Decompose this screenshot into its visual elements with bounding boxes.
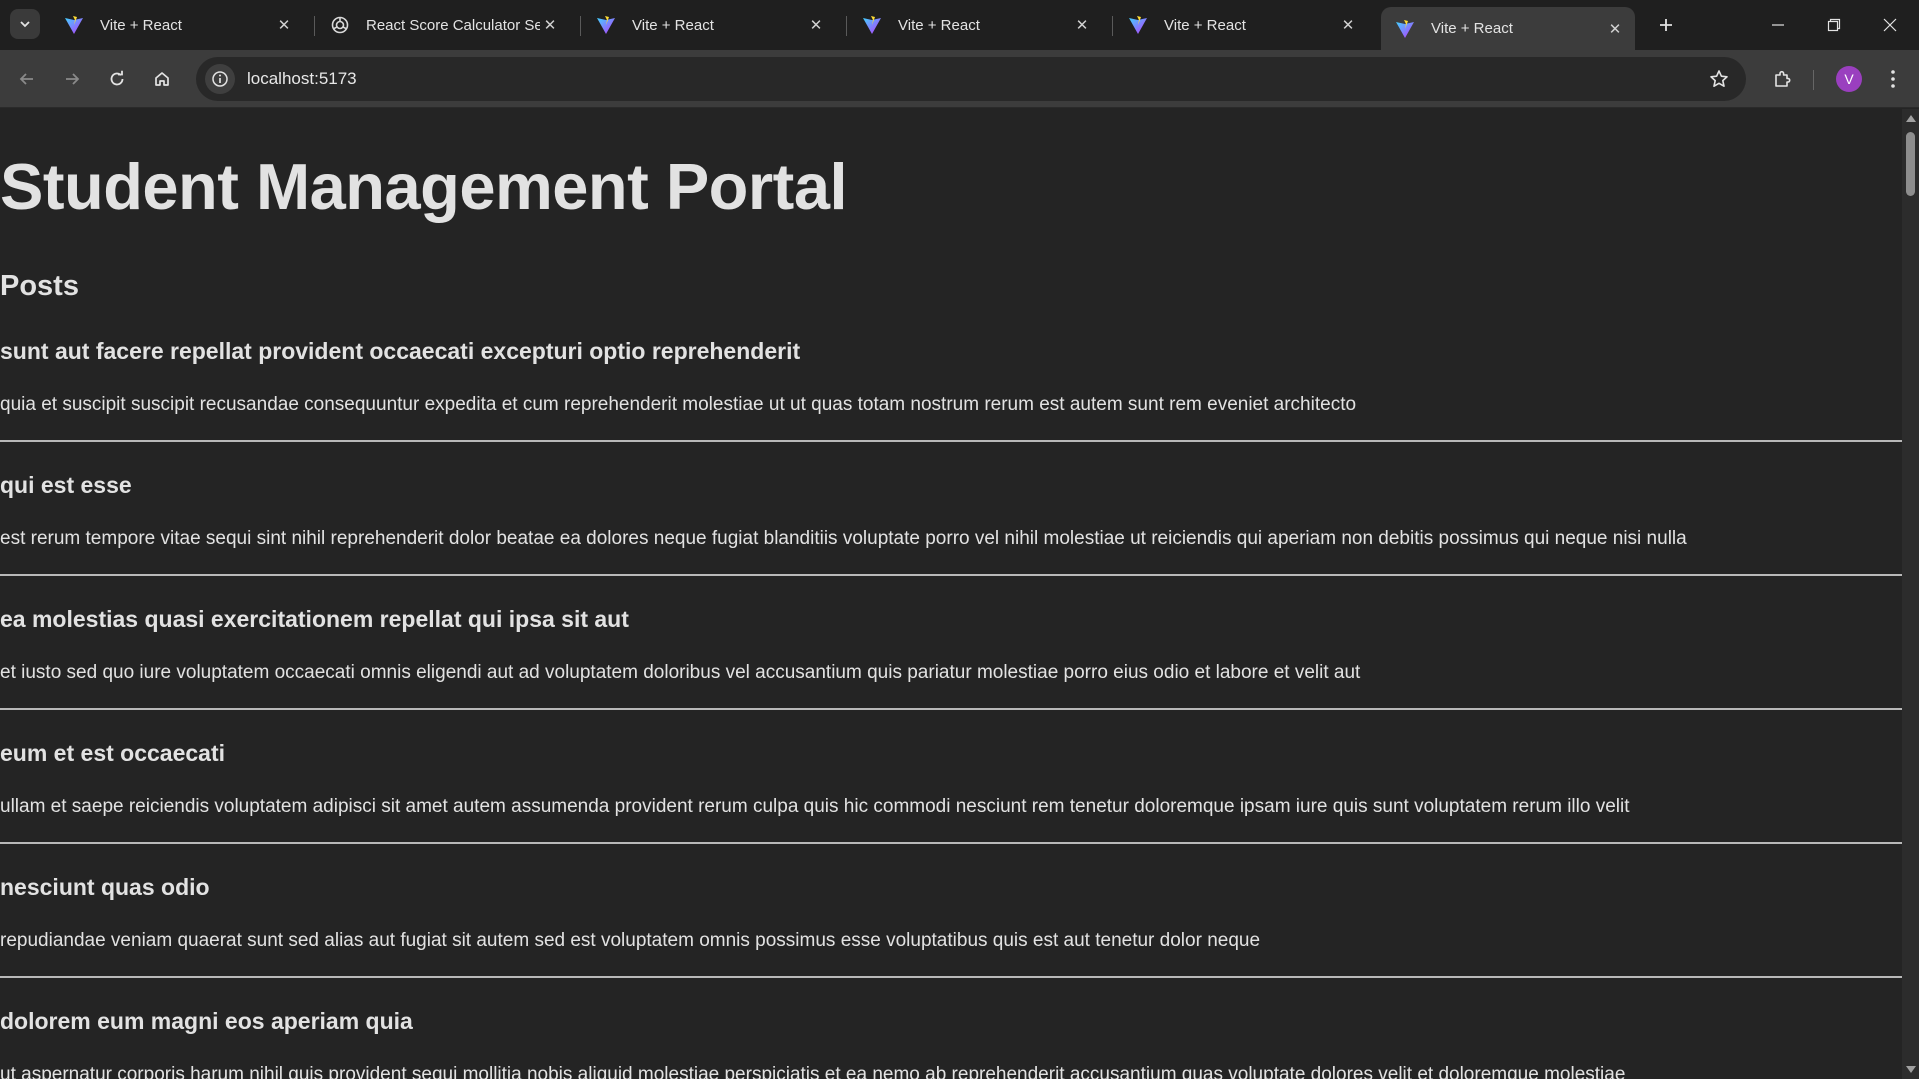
- tab-title: Vite + React: [1164, 16, 1246, 34]
- page-scrollbar[interactable]: [1902, 109, 1919, 1079]
- minimize-icon: [1772, 24, 1784, 26]
- tab-title: React Score Calculator Setup: [366, 16, 540, 34]
- tab-title: Vite + React: [1431, 20, 1513, 37]
- close-icon[interactable]: ✕: [1072, 15, 1092, 35]
- post-divider: [0, 440, 1902, 442]
- more-vertical-icon: [1891, 70, 1895, 88]
- reload-icon: [110, 70, 124, 86]
- forward-button[interactable]: [55, 62, 89, 96]
- close-icon[interactable]: ✕: [274, 15, 294, 35]
- post-divider: [0, 842, 1902, 844]
- scroll-up-arrow[interactable]: [1906, 115, 1916, 122]
- browser-tab[interactable]: Vite + React ✕: [1114, 8, 1368, 42]
- address-bar[interactable]: localhost:5173: [196, 57, 1746, 101]
- post-body: quia et suscipit suscipit recusandae con…: [0, 394, 1357, 415]
- vite-icon: [1128, 15, 1148, 35]
- post-title: sunt aut facere repellat provident occae…: [0, 338, 801, 364]
- post-title: dolorem eum magni eos aperiam quia: [0, 1008, 413, 1034]
- page-viewport: Student Management Portal Posts sunt aut…: [0, 109, 1902, 1079]
- tab-divider: [846, 16, 847, 36]
- post-divider: [0, 574, 1902, 576]
- post-divider: [0, 708, 1902, 710]
- close-icon[interactable]: ✕: [806, 15, 826, 35]
- post-title: ea molestias quasi exercitationem repell…: [0, 606, 629, 632]
- post-title: qui est esse: [0, 472, 132, 498]
- reload-button[interactable]: [100, 62, 134, 96]
- post-body: repudiandae veniam quaerat sunt sed alia…: [0, 930, 1261, 951]
- plus-icon: [1660, 19, 1672, 31]
- browser-tab[interactable]: Vite + React ✕: [50, 8, 304, 42]
- post-body: ullam et saepe reiciendis voluptatem adi…: [0, 796, 1630, 817]
- browser-tab-active[interactable]: Vite + React ✕: [1381, 7, 1635, 50]
- tab-divider: [1112, 16, 1113, 36]
- post-title: eum et est occaecati: [0, 740, 226, 766]
- vite-icon: [862, 15, 882, 35]
- scroll-down-arrow[interactable]: [1906, 1066, 1916, 1073]
- close-icon: [1883, 18, 1897, 32]
- browser-tab[interactable]: Vite + React ✕: [582, 8, 836, 42]
- bookmark-button[interactable]: [1704, 64, 1734, 94]
- toolbar-divider: [1813, 70, 1814, 90]
- url-text[interactable]: localhost:5173: [247, 69, 357, 89]
- tab-title: Vite + React: [632, 16, 714, 34]
- puzzle-icon: [1775, 70, 1791, 87]
- post-title: nesciunt quas odio: [0, 874, 210, 900]
- chevron-down-icon: [20, 21, 30, 28]
- vite-icon: [1395, 19, 1415, 39]
- close-icon[interactable]: ✕: [1605, 19, 1625, 39]
- new-tab-button[interactable]: [1651, 10, 1681, 40]
- tab-title: Vite + React: [898, 16, 980, 34]
- browser-tab[interactable]: Vite + React ✕: [848, 8, 1102, 42]
- close-window-button[interactable]: [1862, 0, 1918, 50]
- restore-icon: [1827, 18, 1841, 32]
- arrow-left-icon: [19, 73, 33, 85]
- tab-title: Vite + React: [100, 16, 182, 34]
- chatgpt-icon: [330, 15, 350, 35]
- site-info-button[interactable]: [205, 64, 235, 94]
- tab-search-button[interactable]: [10, 9, 40, 39]
- post-body: et iusto sed quo iure voluptatem occaeca…: [0, 662, 1361, 683]
- browser-toolbar: localhost:5173 V: [0, 50, 1919, 108]
- home-icon: [155, 72, 169, 86]
- post-body: est rerum tempore vitae sequi sint nihil…: [0, 528, 1687, 549]
- post-body: ut aspernatur corporis harum nihil quis …: [0, 1064, 1626, 1079]
- tab-divider: [580, 16, 581, 36]
- home-button[interactable]: [145, 62, 179, 96]
- extensions-button[interactable]: [1765, 62, 1799, 96]
- tab-divider: [314, 16, 315, 36]
- info-icon: [212, 71, 228, 87]
- star-icon: [1710, 70, 1728, 87]
- profile-avatar[interactable]: V: [1836, 66, 1862, 92]
- browser-tab[interactable]: React Score Calculator Setup ✕: [316, 8, 570, 42]
- post-divider: [0, 976, 1902, 978]
- page-title: Student Management Portal: [0, 150, 848, 223]
- vite-icon: [64, 15, 84, 35]
- vite-icon: [596, 15, 616, 35]
- close-icon[interactable]: ✕: [540, 15, 560, 35]
- menu-button[interactable]: [1876, 62, 1910, 96]
- tab-strip: Vite + React ✕ React Score Calculator Se…: [0, 0, 1919, 50]
- back-button[interactable]: [10, 62, 44, 96]
- minimize-button[interactable]: [1750, 0, 1806, 50]
- arrow-right-icon: [66, 73, 80, 85]
- restore-button[interactable]: [1806, 0, 1862, 50]
- section-title: Posts: [0, 270, 79, 302]
- close-icon[interactable]: ✕: [1338, 15, 1358, 35]
- scrollbar-thumb[interactable]: [1906, 132, 1915, 196]
